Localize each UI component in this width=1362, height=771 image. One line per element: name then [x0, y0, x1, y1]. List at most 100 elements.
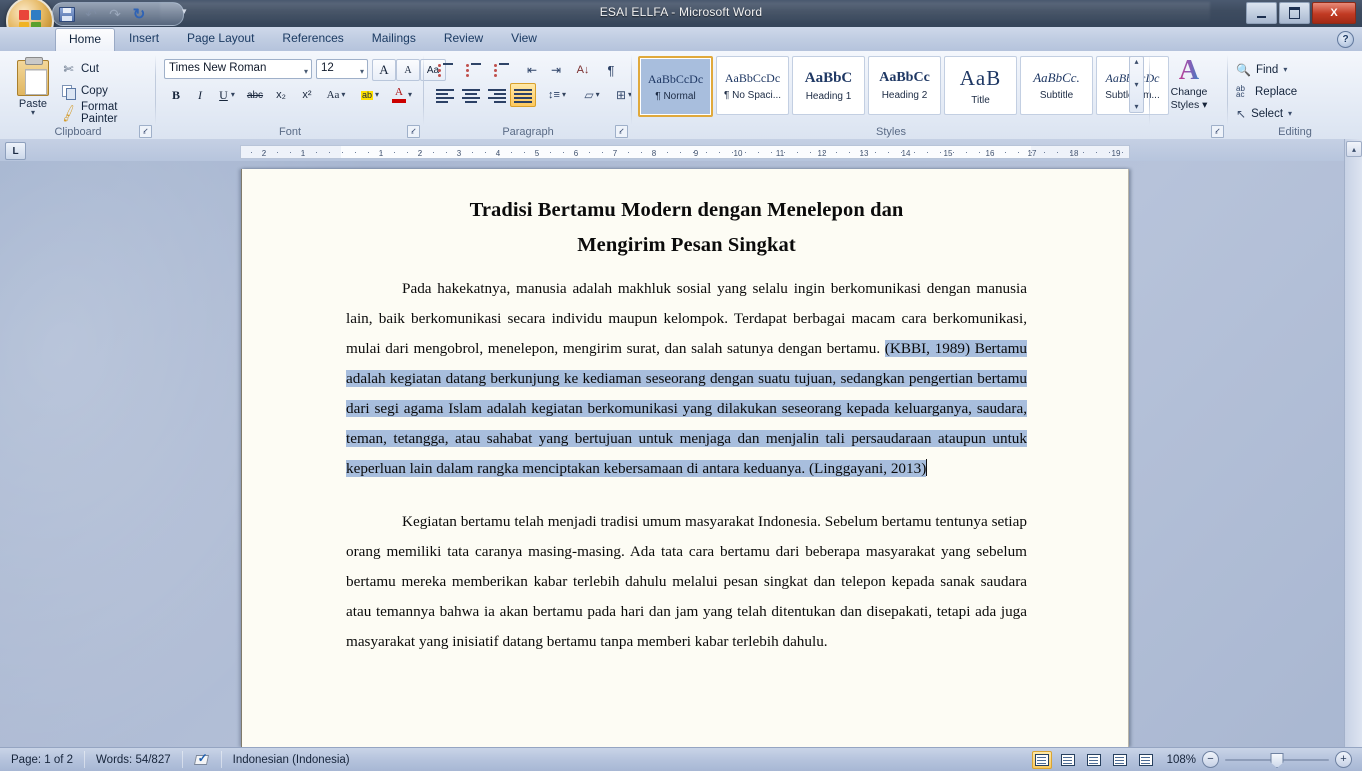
save-button[interactable] — [57, 5, 77, 23]
tab-stop-selector[interactable]: L — [5, 142, 26, 160]
ruler-minor-tick — [875, 152, 876, 153]
align-center-button[interactable] — [458, 83, 484, 107]
change-styles-button[interactable]: A Change Styles ▾ — [1154, 57, 1224, 123]
style-preview: AaBbCc — [879, 70, 930, 85]
shading-button[interactable]: ▱ ▾ — [576, 83, 608, 107]
tab-insert[interactable]: Insert — [115, 27, 173, 51]
zoom-out-button[interactable]: − — [1202, 751, 1219, 768]
decrease-indent-button[interactable]: ⇤ — [520, 59, 544, 81]
ruler-minor-tick — [1096, 152, 1097, 153]
maximize-button[interactable] — [1279, 2, 1310, 24]
text-highlight-button[interactable]: ab ▾ — [354, 83, 386, 107]
ruler-tick: 13 — [859, 149, 869, 158]
change-case-button[interactable]: Aa ▾ — [320, 83, 352, 107]
paste-button[interactable]: Paste ▾ — [10, 57, 56, 123]
copy-button[interactable]: Copy — [58, 81, 111, 101]
sort-button[interactable]: A↓ — [570, 59, 596, 81]
numbering-button[interactable] — [460, 59, 488, 81]
style-item-title[interactable]: AaB Title — [944, 56, 1017, 115]
more-styles-icon[interactable]: ▾ — [1134, 103, 1138, 111]
close-button[interactable]: X — [1312, 2, 1356, 24]
customize-qat-button[interactable]: ▾ — [182, 6, 187, 17]
tab-view[interactable]: View — [497, 27, 551, 51]
tab-mailings[interactable]: Mailings — [358, 27, 430, 51]
ruler-minor-tick — [849, 152, 850, 153]
justify-button[interactable] — [510, 83, 536, 107]
find-button[interactable]: 🔍 Find ▾ — [1236, 59, 1287, 80]
styles-dialog-launcher[interactable]: ⭹ — [1211, 125, 1224, 138]
ruler-minor-tick — [927, 152, 928, 153]
cut-label: Cut — [81, 63, 99, 75]
view-print-layout-button[interactable] — [1032, 750, 1052, 769]
zoom-slider-thumb[interactable] — [1270, 753, 1284, 768]
help-icon[interactable]: ? — [1337, 31, 1354, 48]
grow-font-button[interactable]: A — [372, 59, 396, 81]
view-draft-button[interactable] — [1136, 751, 1156, 769]
italic-button[interactable]: I — [188, 83, 212, 107]
view-outline-button[interactable] — [1110, 751, 1130, 769]
multilevel-list-button[interactable] — [488, 59, 516, 81]
shading-icon: ▱ — [584, 88, 594, 102]
format-painter-button[interactable]: 🖌 Format Painter — [58, 101, 156, 125]
bullets-button[interactable] — [432, 59, 460, 81]
ruler-minor-tick — [433, 152, 434, 153]
zoom-in-button[interactable]: + — [1335, 751, 1352, 768]
show-formatting-marks-button[interactable]: ¶ — [598, 59, 624, 81]
minimize-button[interactable] — [1246, 2, 1277, 24]
style-item-heading-1[interactable]: AaBbC Heading 1 — [792, 56, 865, 115]
paragraph-2[interactable]: Kegiatan bertamu telah menjadi tradisi u… — [346, 507, 1027, 657]
style-item-no-spacing[interactable]: AaBbCcDc ¶ No Spaci... — [716, 56, 789, 115]
paragraph-1[interactable]: Pada hakekatnya, manusia adalah makhluk … — [346, 274, 1027, 484]
split-window-handle[interactable]: ▴ — [1346, 141, 1362, 157]
tab-review[interactable]: Review — [430, 27, 497, 51]
font-size-combo[interactable]: 12 ▾ — [316, 59, 368, 79]
zoom-slider[interactable] — [1225, 752, 1329, 768]
line-spacing-button[interactable]: ↕≡ ▾ — [540, 83, 574, 107]
vertical-scrollbar[interactable]: ▴ — [1344, 139, 1362, 747]
underline-button[interactable]: U ▾ — [212, 83, 242, 107]
strikethrough-button[interactable]: abc — [242, 83, 268, 107]
tab-page-layout[interactable]: Page Layout — [173, 27, 268, 51]
document-body[interactable]: Tradisi Bertamu Modern dengan Menelepon … — [346, 193, 1027, 657]
document-page[interactable]: Tradisi Bertamu Modern dengan Menelepon … — [241, 169, 1129, 747]
web-layout-icon — [1087, 753, 1101, 766]
cut-button[interactable]: ✄ Cut — [58, 59, 102, 79]
clipboard-dialog-launcher[interactable]: ⭹ — [139, 125, 152, 138]
align-left-button[interactable] — [432, 83, 458, 107]
tab-home[interactable]: Home — [55, 28, 116, 52]
font-name-combo[interactable]: Times New Roman ▾ — [164, 59, 312, 79]
style-item-subtitle[interactable]: AaBbCc. Subtitle — [1020, 56, 1093, 115]
format-painter-label: Format Painter — [81, 101, 118, 125]
proofing-status[interactable] — [183, 751, 222, 768]
bold-button[interactable]: B — [164, 83, 188, 107]
page-indicator[interactable]: Page: 1 of 2 — [0, 751, 86, 768]
style-item-normal[interactable]: AaBbCcDc ¶ Normal — [638, 56, 713, 117]
subscript-button[interactable]: x₂ — [268, 83, 294, 107]
font-color-button[interactable]: A ▾ — [386, 83, 418, 107]
word-count-indicator[interactable]: Words: 54/827 — [85, 751, 183, 768]
undo-button[interactable]: ↶ — [81, 5, 101, 23]
scroll-up-icon[interactable]: ▴ — [1134, 58, 1138, 66]
ruler-minor-tick — [420, 152, 421, 153]
paragraph-dialog-launcher[interactable]: ⭹ — [615, 125, 628, 138]
scroll-down-icon[interactable]: ▾ — [1134, 80, 1138, 89]
increase-indent-button[interactable]: ⇥ — [544, 59, 568, 81]
horizontal-ruler[interactable]: 2 1 1 2 3 4 5 6 7 8 9 10 11 12 13 14 15 16 17 18 19 — [240, 145, 1130, 159]
replace-button[interactable]: ab ac Replace — [1236, 81, 1297, 102]
justify-icon — [514, 88, 532, 103]
font-dialog-launcher[interactable]: ⭹ — [407, 125, 420, 138]
view-web-layout-button[interactable] — [1084, 751, 1104, 769]
repeat-button[interactable]: ↻ — [129, 5, 149, 23]
superscript-button[interactable]: x² — [294, 83, 320, 107]
view-full-screen-reading-button[interactable] — [1058, 751, 1078, 769]
styles-gallery-scroll[interactable]: ▴ ▾ ▾ — [1129, 56, 1144, 113]
tab-references[interactable]: References — [268, 27, 357, 51]
shrink-font-button[interactable]: A — [396, 59, 420, 81]
redo-button[interactable]: ↷ — [105, 5, 125, 23]
group-label-font: Font — [278, 126, 301, 138]
style-item-heading-2[interactable]: AaBbCc Heading 2 — [868, 56, 941, 115]
language-indicator[interactable]: Indonesian (Indonesia) — [222, 751, 361, 768]
select-button[interactable]: ↖ Select ▾ — [1236, 103, 1292, 124]
align-right-button[interactable] — [484, 83, 510, 107]
zoom-level[interactable]: 108% — [1162, 754, 1196, 766]
